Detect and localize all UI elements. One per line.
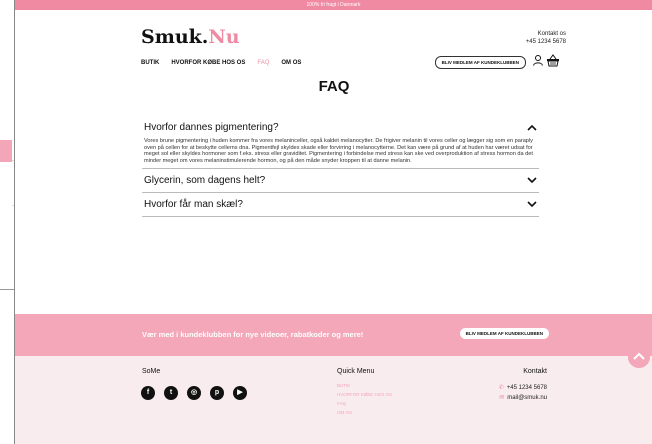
newsletter-banner: Vær med i kundeklubben for nye videoer, … [15,314,652,356]
faq-question-text: Glycerin, som dagens helt? [144,175,266,187]
contact-info: Kontakt os +45 1234 5678 [526,30,566,46]
shipping-banner: 100% fri fragt i Danmark [15,0,652,10]
page-title: FAQ [318,78,350,95]
nav-item-om-os[interactable]: OM OS [281,60,301,66]
phone-icon: ✆ [498,385,504,391]
scroll-to-top-button[interactable] [628,346,650,368]
footer-email[interactable]: ✉ mail@smuk.nu [499,393,547,403]
footer-contact: ✆ +45 1234 5678 ✉ mail@smuk.nu [499,383,547,403]
footer-phone[interactable]: ✆ +45 1234 5678 [499,383,547,393]
mail-icon: ✉ [499,395,505,401]
quick-link-hvorfor[interactable]: HVORFOR KØBE HOS OS [337,390,392,399]
faq-item: Hvorfor får man skæl? [142,193,539,218]
faq-question[interactable]: Hvorfor får man skæl? [144,199,537,210]
footer: SoMe f t ◎ p ▶ Quick Menu BUTIK HVORFOR … [15,356,652,444]
faq-list: Hvorfor dannes pigmentering? Vores brune… [142,118,539,218]
instagram-icon[interactable]: ◎ [187,386,201,400]
newsletter-member-button[interactable]: BLIV MEDLEM AF KUNDEKLUBBEN [459,328,549,339]
chevron-down-icon[interactable] [527,177,537,184]
nav-item-faq[interactable]: FAQ [257,60,269,66]
nav-item-butik[interactable]: BUTIK [141,60,159,66]
pinterest-icon[interactable]: p [210,386,224,400]
background-pink-bar [0,140,12,162]
newsletter-text: Vær med i kundeklubben for nye videoer, … [142,330,364,339]
logo[interactable]: Smuk.Nu [141,26,240,48]
footer-some-title: SoMe [142,368,161,375]
quick-links: BUTIK HVORFOR KØBE HOS OS FAQ OM OS [337,381,392,417]
quick-link-butik[interactable]: BUTIK [337,381,392,390]
chevron-up-icon[interactable] [527,124,537,131]
main-nav: BUTIK HVORFOR KØBE HOS OS FAQ OM OS [141,60,301,66]
nav-item-hvorfor[interactable]: HVORFOR KØBE HOS OS [171,60,245,66]
quick-link-om-os[interactable]: OM OS [337,408,392,417]
quick-link-faq[interactable]: FAQ [337,399,392,408]
footer-quick-title: Quick Menu [337,368,375,375]
faq-question[interactable]: Hvorfor dannes pigmentering? [144,122,537,133]
faq-question-text: Hvorfor får man skæl? [144,199,243,211]
chevron-down-icon[interactable] [527,201,537,208]
footer-kontakt-title: Kontakt [523,368,547,375]
youtube-icon[interactable]: ▶ [233,386,247,400]
footer-phone-text: +45 1234 5678 [506,385,547,391]
faq-question[interactable]: Glycerin, som dagens helt? [144,175,537,186]
user-icon[interactable] [532,54,544,66]
page: 100% fri fragt i Danmark Smuk.Nu Kontakt… [14,0,652,444]
twitter-icon[interactable]: t [164,386,178,400]
faq-item: Hvorfor dannes pigmentering? Vores brune… [142,118,539,170]
faq-item: Glycerin, som dagens helt? [142,169,539,194]
faq-answer: Vores brune pigmentering i huden kommer … [144,138,533,164]
member-button[interactable]: BLIV MEDLEM AF KUNDEKLUBBEN [434,56,526,69]
basket-icon[interactable] [546,53,560,67]
footer-email-text: mail@smuk.nu [507,395,547,401]
social-links: f t ◎ p ▶ [141,386,247,400]
contact-phone[interactable]: +45 1234 5678 [526,38,566,46]
faq-question-text: Hvorfor dannes pigmentering? [144,122,279,133]
facebook-icon[interactable]: f [141,386,155,400]
logo-main: Smuk. [141,26,209,48]
contact-label[interactable]: Kontakt os [526,30,566,38]
logo-accent: Nu [208,26,240,48]
